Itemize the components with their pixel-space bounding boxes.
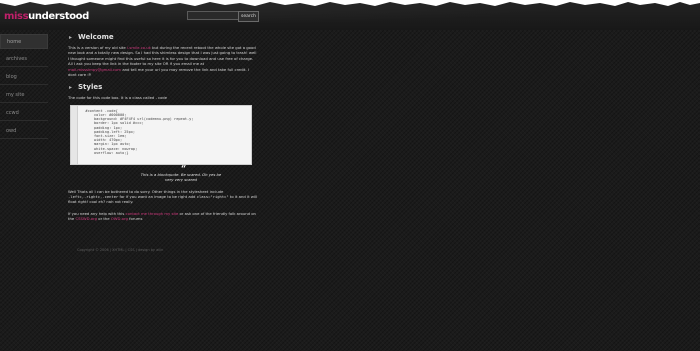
nav-item-ccwd[interactable]: ccwd <box>0 106 48 121</box>
search-button[interactable]: search <box>238 11 259 22</box>
footer: Copyright © 2006 | XHTML | CSS | design … <box>77 248 164 252</box>
quote-icon: “ <box>181 164 187 175</box>
nav-item-blog[interactable]: blog <box>0 70 48 85</box>
arrow-icon: ▸ <box>69 34 73 41</box>
site-link[interactable]: i-smile.co.uk <box>127 45 151 50</box>
csswd-link[interactable]: CSSWD.org <box>75 216 97 221</box>
torn-paper-edge <box>0 0 700 6</box>
owd-link[interactable]: OWD.org <box>111 216 128 221</box>
blockquote: “ This is a blockquote. Be scared. Oh ye… <box>140 164 222 183</box>
arrow-icon: ▸ <box>69 84 73 92</box>
help-paragraph: If you need any help with this contact m… <box>68 210 256 222</box>
search-input[interactable] <box>187 11 241 20</box>
welcome-heading: ▸ Welcome <box>69 33 114 41</box>
header: missunderstood search <box>0 0 700 30</box>
styles-intro: The code for this code box. It is a clas… <box>68 95 167 101</box>
welcome-paragraph: This is a version of my old site i-smile… <box>68 45 257 78</box>
nav-item-my-site[interactable]: my site <box>0 88 48 103</box>
contact-link[interactable]: contact me through my site <box>126 211 179 216</box>
nav-item-home[interactable]: home <box>0 34 48 49</box>
code-box[interactable]: #content .code{ color: #000000; backgrou… <box>70 104 252 165</box>
nav-item-archives[interactable]: archives <box>0 52 48 67</box>
main-content: ▸ Welcome This is a version of my old sit… <box>68 33 258 222</box>
sidebar: home archives blog my site ccwd owd <box>0 34 48 142</box>
email-link[interactable]: mail.misssimpy@gmail.com <box>68 67 121 72</box>
styles-heading: ▸ Styles <box>69 83 103 92</box>
code-text: #content .code{ color: #000000; backgrou… <box>85 108 194 155</box>
nav-item-owd[interactable]: owd <box>0 124 48 139</box>
styles-paragraph: Well Thats all I can be bothered to do s… <box>68 188 258 205</box>
site-logo[interactable]: missunderstood <box>4 11 89 22</box>
code-gutter <box>71 105 78 164</box>
